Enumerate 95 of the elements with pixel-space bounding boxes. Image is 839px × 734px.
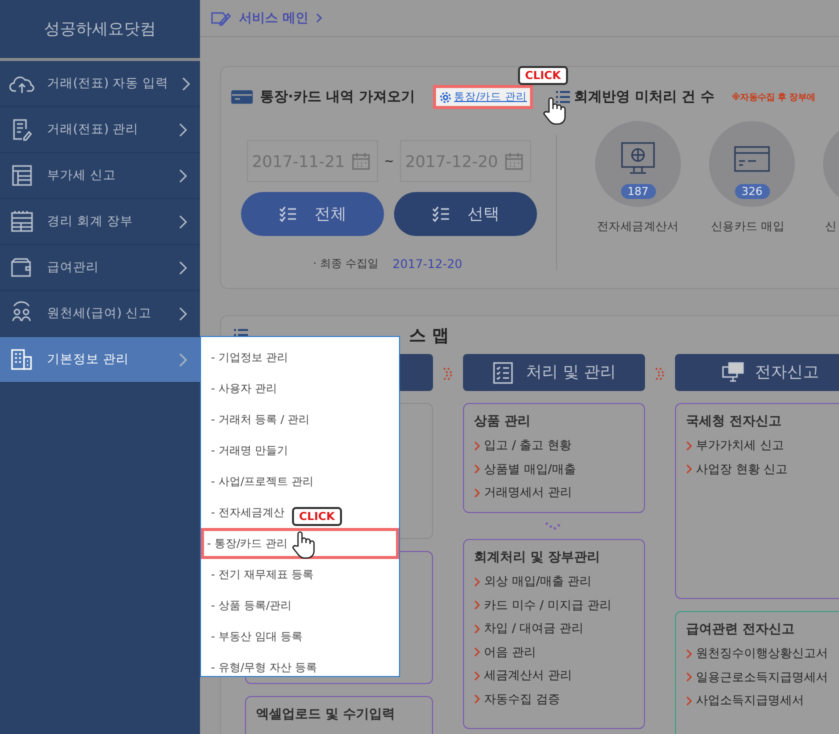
chevron-right-icon [474, 624, 480, 634]
count-badge: 326 [734, 184, 770, 199]
click-callout: CLICK [518, 66, 568, 85]
chevron-right-icon [474, 440, 480, 451]
process-link[interactable]: 거래명세서 관리 [474, 481, 634, 504]
chevrons-right-icon [442, 366, 454, 382]
process-link[interactable]: 일용근로소득지급명세서 [686, 666, 839, 689]
tag-edit-icon [210, 10, 232, 26]
category-label: 신용카드 매입 [711, 219, 785, 234]
process-link[interactable]: 사업소득지급명세서 [686, 689, 839, 712]
menu-item[interactable]: - 부동산 임대 등록 [201, 621, 302, 652]
process-link[interactable]: 부가가치세 신고 [686, 434, 839, 458]
box-title: 회계처리 및 장부관리 [474, 549, 602, 566]
chevron-right-icon [686, 440, 692, 451]
chevron-right-icon [474, 694, 480, 704]
building-icon [9, 346, 35, 372]
sidebar-item[interactable]: 거래(전표) 자동 입력 [0, 61, 200, 107]
box-title: 급여관련 전자신고 [686, 621, 796, 638]
process-link[interactable]: 세금계산서 관리 [474, 664, 634, 688]
menu-item[interactable]: - 전기 재무제표 등록 [201, 559, 314, 590]
sidebar-item[interactable]: 기본정보 관리 [0, 337, 200, 383]
process-link[interactable]: 어음 관리 [474, 640, 634, 664]
process-link[interactable]: 사업장 현황 신고 [686, 458, 839, 481]
chevron-right-icon [686, 648, 692, 659]
chevron-right-icon [474, 600, 480, 610]
notebook-icon [9, 208, 35, 234]
chevron-right-icon [178, 168, 188, 184]
calendar-icon [351, 151, 371, 171]
list-icon [555, 90, 571, 104]
chevrons-right-icon [654, 366, 666, 382]
last-collected-label: · 최종 수집일 [313, 256, 378, 271]
column-header: 처리 및 관리 [463, 354, 645, 391]
section-title: 스 맵 [409, 324, 449, 346]
date-separator: ~ [384, 154, 394, 168]
box-title: 상품 관리 [474, 413, 532, 430]
box-title: 엑셀업로드 및 수기입력 [256, 706, 396, 723]
menu-item[interactable]: - 사용자 관리 [201, 373, 277, 404]
select-button[interactable]: 선택 [394, 192, 537, 236]
sidebar-item[interactable]: 급여관리 [0, 245, 200, 291]
card-icon [231, 89, 253, 105]
process-link[interactable]: 원천징수이행상황신고서 [686, 642, 839, 666]
count-badge: 187 [620, 184, 656, 199]
checklist-icon [432, 206, 450, 222]
section-title: 통장·카드 내역 가져오기 [260, 88, 416, 106]
hand-cursor-icon [541, 96, 567, 126]
all-button[interactable]: 전체 [241, 192, 384, 236]
gear-icon [439, 90, 452, 104]
column-header: 전자신고 [675, 354, 839, 391]
monitors-icon [721, 360, 745, 384]
sidebar-item[interactable]: 거래(전표) 관리 [0, 107, 200, 153]
process-link[interactable]: 상품별 매입/매출 [474, 458, 634, 481]
category-circle[interactable]: 187 [595, 121, 681, 207]
checklist-icon [492, 360, 516, 384]
section-title: 회계반영 미처리 건 수 [574, 88, 715, 106]
last-collected-date: 2017-12-20 [392, 256, 462, 270]
box-title: 국세청 전자신고 [686, 413, 783, 430]
menu-item[interactable]: - 통장/카드 관리 [201, 528, 399, 559]
chevron-right-icon [180, 76, 191, 92]
chevron-right-icon [178, 352, 188, 368]
chevron-right-icon [178, 122, 188, 138]
chevron-right-icon [178, 306, 188, 322]
menu-item[interactable]: - 사업/프로젝트 관리 [201, 466, 314, 497]
process-link[interactable]: 차입 / 대여금 관리 [474, 617, 634, 640]
process-link[interactable]: 입고 / 출고 현황 [474, 434, 634, 458]
app-title: 성공하세요닷컴 [0, 0, 200, 61]
process-link[interactable]: 외상 매입/매출 관리 [474, 570, 634, 594]
sidebar-item[interactable]: 부가세 신고 [0, 153, 200, 199]
category-circle[interactable]: 326 [709, 121, 795, 207]
menu-item[interactable]: - 전자세금계산 [201, 497, 284, 528]
calendar-icon [504, 151, 524, 171]
process-link[interactable]: 카드 미수 / 미지급 관리 [474, 594, 634, 617]
category-label: 전자세금계산서 [597, 219, 679, 234]
menu-item[interactable]: - 유형/무형 자산 등록 [201, 652, 318, 683]
chevron-right-icon [474, 464, 480, 474]
chevron-right-icon [686, 464, 692, 474]
menu-item[interactable]: - 거래처 등록 / 관리 [201, 404, 310, 435]
chevron-right-icon [686, 696, 692, 706]
chevron-right-icon [316, 13, 323, 23]
sidebar-item[interactable]: 경리 회계 장부 [0, 199, 200, 245]
chevron-right-icon [178, 260, 188, 276]
chevron-right-icon [178, 214, 188, 230]
notice-text: ※자동수집 후 장부에 [732, 92, 816, 104]
chevron-right-icon [686, 672, 692, 682]
menu-item[interactable]: - 거래명 만들기 [201, 435, 288, 466]
hand-cursor-icon [290, 530, 316, 560]
menu-item[interactable]: - 상품 등록/관리 [201, 590, 292, 621]
chevron-right-icon [474, 647, 480, 658]
click-callout: CLICK [292, 507, 342, 526]
chevron-right-icon [474, 488, 480, 498]
checklist-icon [278, 206, 296, 222]
chevron-right-icon [474, 670, 480, 681]
process-link[interactable]: 자동수집 검증 [474, 688, 634, 711]
category-label: 신 [825, 219, 837, 234]
menu-item[interactable]: - 기업정보 관리 [201, 342, 288, 373]
chevron-right-icon [474, 576, 480, 587]
